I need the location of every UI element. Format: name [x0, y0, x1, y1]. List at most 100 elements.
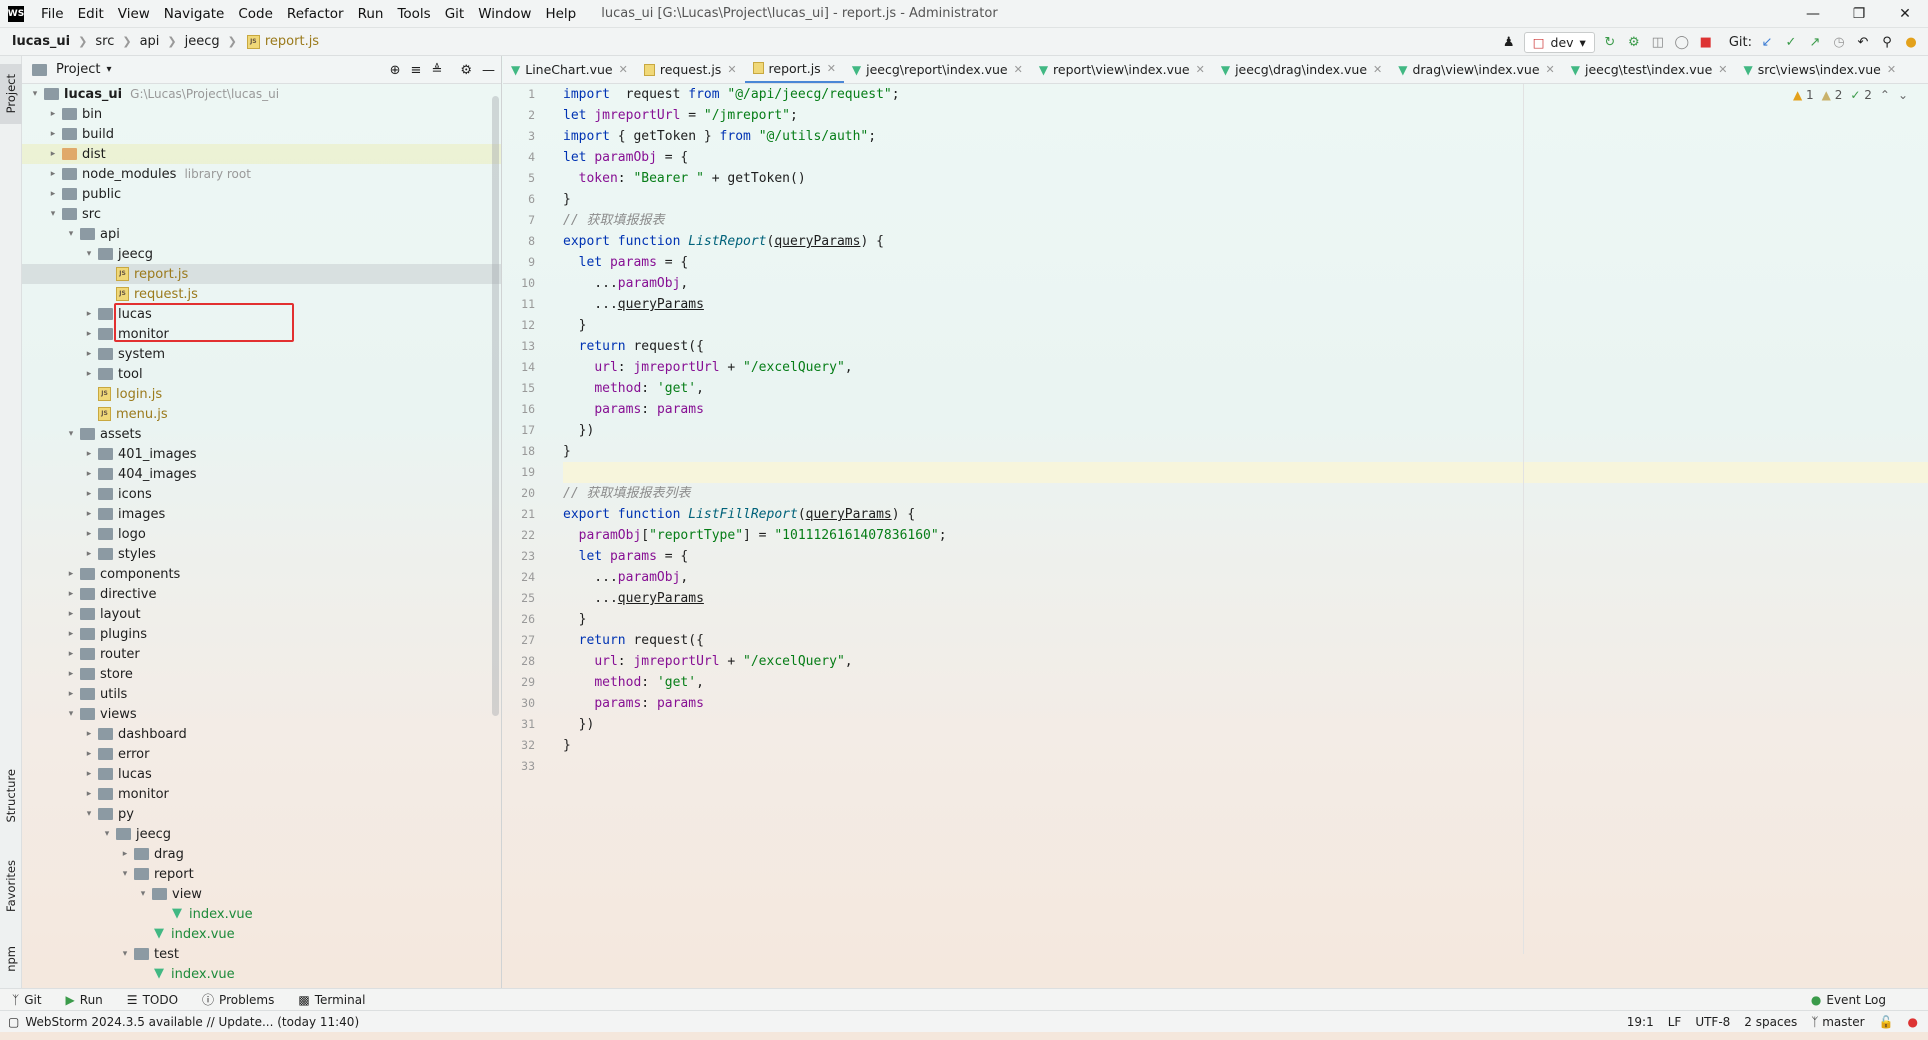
tree-node[interactable]: ▾ jeecg	[22, 824, 501, 844]
rerun-icon[interactable]: ↻	[1601, 33, 1619, 51]
code-line[interactable]: ...queryParams	[563, 588, 1928, 609]
tree-node[interactable]: ▸ tool	[22, 364, 501, 384]
chevron-down-icon[interactable]: ▾	[64, 229, 78, 239]
code-view[interactable]: import request from "@/api/jeecg/request…	[563, 84, 1928, 954]
caret-position[interactable]: 19:1	[1627, 1015, 1654, 1029]
code-line[interactable]: let params = {	[563, 546, 1928, 567]
menu-help[interactable]: Help	[538, 6, 583, 22]
code-line[interactable]: }	[563, 735, 1928, 756]
breadcrumb-root[interactable]: lucas_ui	[12, 34, 70, 49]
tree-node[interactable]: ▾ py	[22, 804, 501, 824]
tree-node[interactable]: ▾ report	[22, 864, 501, 884]
tree-node[interactable]: ▸ 404_images	[22, 464, 501, 484]
code-line[interactable]: }	[563, 441, 1928, 462]
editor-tab[interactable]: ▼ jeecg\test\index.vue ✕	[1563, 56, 1736, 83]
code-line[interactable]: ...paramObj,	[563, 273, 1928, 294]
code-line[interactable]	[563, 756, 1928, 777]
code-line[interactable]: import request from "@/api/jeecg/request…	[563, 84, 1928, 105]
tree-node[interactable]: ▸ error	[22, 744, 501, 764]
code-line[interactable]: import { getToken } from "@/utils/auth";	[563, 126, 1928, 147]
chevron-right-icon[interactable]: ▸	[64, 589, 78, 599]
file-encoding[interactable]: UTF-8	[1695, 1015, 1730, 1029]
tree-node[interactable]: ▸ directive	[22, 584, 501, 604]
breadcrumb-src[interactable]: src	[95, 34, 114, 49]
code-line[interactable]: export function ListFillReport(queryPara…	[563, 504, 1928, 525]
close-tab-icon[interactable]: ✕	[619, 63, 628, 76]
notification-icon[interactable]: ●	[1908, 1015, 1918, 1029]
minimize-icon[interactable]: —	[1790, 0, 1836, 28]
profile-icon[interactable]: ◯	[1673, 33, 1691, 51]
menu-view[interactable]: View	[111, 6, 157, 22]
tree-node[interactable]: ▸ public	[22, 184, 501, 204]
close-tab-icon[interactable]: ✕	[1546, 63, 1555, 76]
tree-node[interactable]: ▾ lucas_ui G:\Lucas\Project\lucas_ui	[22, 84, 501, 104]
close-tab-icon[interactable]: ✕	[1718, 63, 1727, 76]
code-line[interactable]: method: 'get',	[563, 672, 1928, 693]
chevron-right-icon[interactable]: ▸	[82, 529, 96, 539]
tool-tab-structure[interactable]: Structure	[0, 761, 22, 831]
chevron-right-icon[interactable]: ▸	[64, 669, 78, 679]
breadcrumb-file[interactable]: report.js	[265, 34, 319, 49]
tree-node[interactable]: ▾ jeecg	[22, 244, 501, 264]
tool-tab-run[interactable]: ▶ Run	[54, 993, 115, 1007]
tree-node[interactable]: ▸ logo	[22, 524, 501, 544]
chevron-right-icon[interactable]: ▸	[82, 789, 96, 799]
tree-node[interactable]: ▸ 401_images	[22, 444, 501, 464]
tool-tab-git[interactable]: ᛉ Git	[0, 993, 54, 1007]
tree-node[interactable]: ▾ views	[22, 704, 501, 724]
code-line[interactable]: })	[563, 714, 1928, 735]
tree-node[interactable]: ▸ router	[22, 644, 501, 664]
tree-node[interactable]: JS login.js	[22, 384, 501, 404]
tree-node[interactable]: ▸ node_modules library root	[22, 164, 501, 184]
close-tab-icon[interactable]: ✕	[727, 63, 736, 76]
tree-node[interactable]: ▸ utils	[22, 684, 501, 704]
tree-node[interactable]: ▸ bin	[22, 104, 501, 124]
chevron-down-icon[interactable]: ▾	[82, 249, 96, 259]
tool-tab-event-log[interactable]: ● Event Log	[1799, 993, 1898, 1007]
chevron-down-icon[interactable]: ▾	[100, 829, 114, 839]
tree-node[interactable]: JS request.js	[22, 284, 501, 304]
tool-tab-npm[interactable]: npm	[0, 934, 22, 984]
chevron-down-icon[interactable]: ▾	[118, 869, 132, 879]
code-line[interactable]: let params = {	[563, 252, 1928, 273]
tree-node[interactable]: ▸ dist	[22, 144, 501, 164]
code-line[interactable]: export function ListReport(queryParams) …	[563, 231, 1928, 252]
menu-git[interactable]: Git	[438, 6, 472, 22]
chevron-right-icon[interactable]: ▸	[46, 149, 60, 159]
locate-icon[interactable]: ⊕	[390, 63, 401, 78]
tool-tab-favorites[interactable]: Favorites	[0, 851, 22, 921]
editor-tab[interactable]: ▼ report\view\index.vue ✕	[1031, 56, 1213, 83]
chevron-right-icon[interactable]: ▸	[64, 609, 78, 619]
breadcrumb-jeecg[interactable]: jeecg	[185, 34, 220, 49]
chevron-right-icon[interactable]: ▸	[82, 469, 96, 479]
code-line[interactable]: ...paramObj,	[563, 567, 1928, 588]
editor-tab[interactable]: ▼ drag\view\index.vue ✕	[1390, 56, 1563, 83]
chevron-right-icon[interactable]: ▸	[82, 309, 96, 319]
collapse-all-icon[interactable]: ≜	[431, 63, 442, 78]
menu-refactor[interactable]: Refactor	[280, 6, 351, 22]
tree-node[interactable]: ▸ icons	[22, 484, 501, 504]
chevron-right-icon[interactable]: ▸	[82, 509, 96, 519]
line-separator[interactable]: LF	[1668, 1015, 1682, 1029]
git-push-icon[interactable]: ↗	[1806, 33, 1824, 51]
chevron-right-icon[interactable]: ▸	[64, 569, 78, 579]
code-line[interactable]: }	[563, 189, 1928, 210]
code-line[interactable]: url: jmreportUrl + "/excelQuery",	[563, 357, 1928, 378]
chevron-right-icon[interactable]: ▸	[46, 129, 60, 139]
tree-node[interactable]: ▼ index.vue	[22, 904, 501, 924]
tree-node[interactable]: ▸ build	[22, 124, 501, 144]
project-view-select[interactable]: Project	[56, 62, 100, 77]
editor-tab[interactable]: report.js ✕	[744, 56, 844, 83]
code-line[interactable]: token: "Bearer " + getToken()	[563, 168, 1928, 189]
code-line[interactable]: paramObj["reportType"] = "10111261614078…	[563, 525, 1928, 546]
tool-tab-problems[interactable]: ⓘ Problems	[190, 991, 286, 1008]
tree-node[interactable]: ▾ api	[22, 224, 501, 244]
stop-icon[interactable]: ■	[1697, 33, 1715, 51]
code-line[interactable]: let jmreportUrl = "/jmreport";	[563, 105, 1928, 126]
chevron-down-icon[interactable]: ▾	[64, 709, 78, 719]
editor-tab[interactable]: request.js ✕	[636, 56, 745, 83]
restore-icon[interactable]: ❐	[1836, 0, 1882, 28]
chevron-right-icon[interactable]: ▸	[64, 689, 78, 699]
chevron-right-icon[interactable]: ▸	[82, 449, 96, 459]
close-tab-icon[interactable]: ✕	[1887, 63, 1896, 76]
